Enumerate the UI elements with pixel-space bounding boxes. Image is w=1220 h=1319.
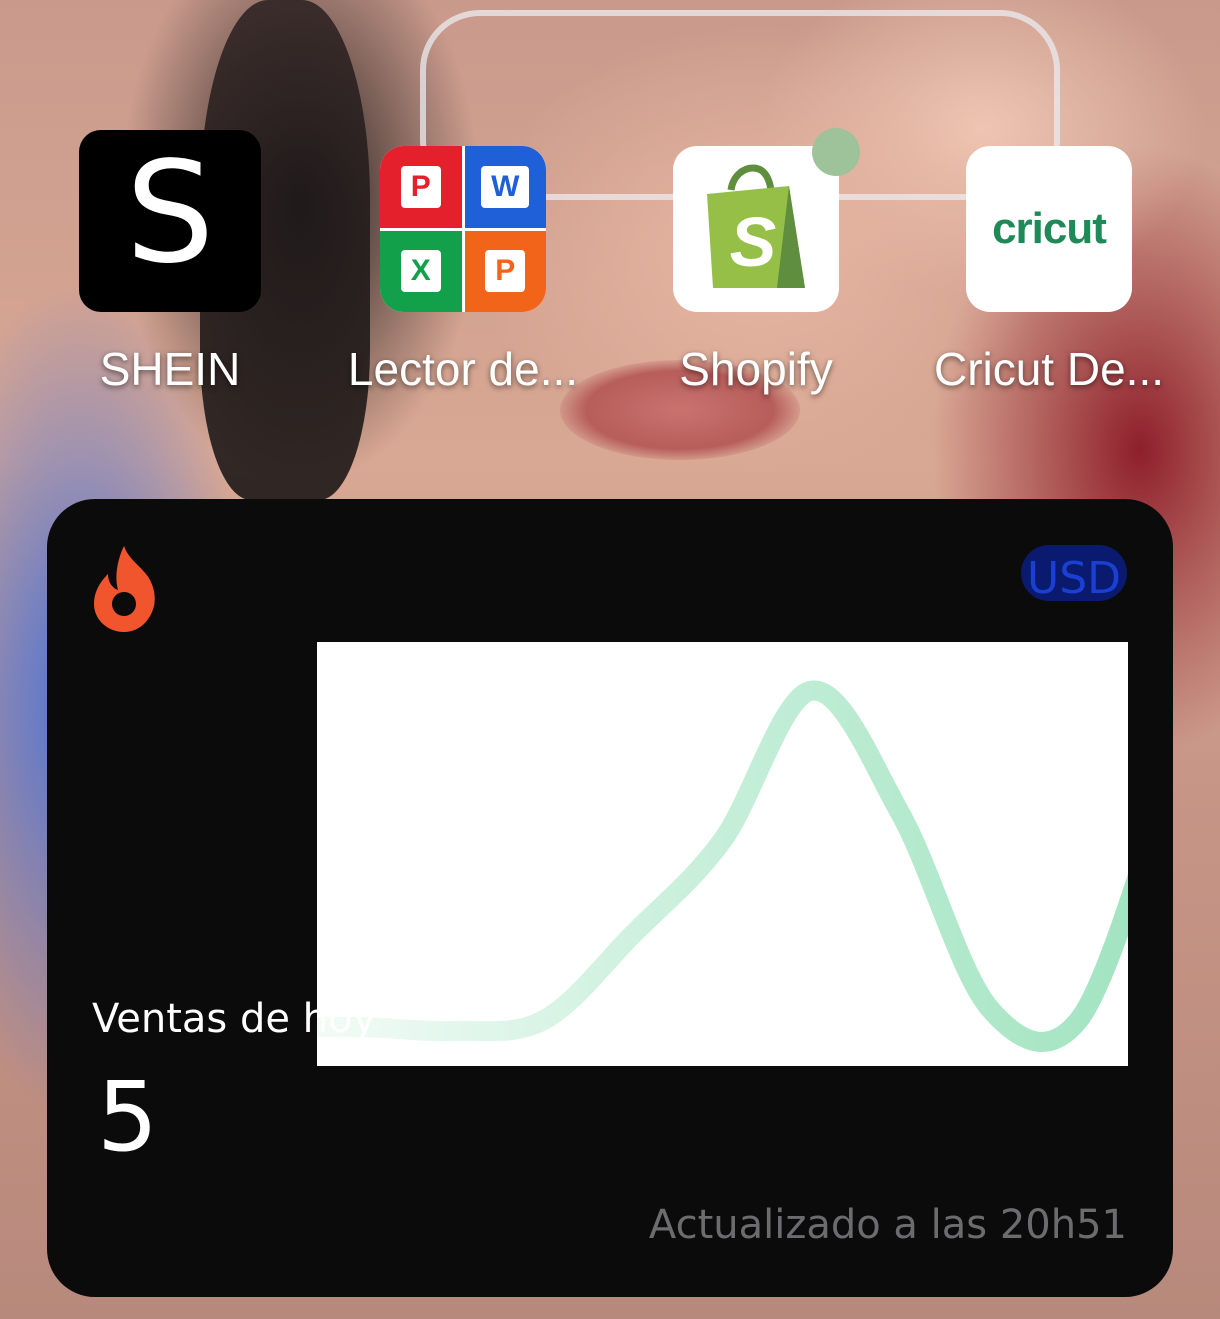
word-tile: W	[464, 146, 546, 228]
sales-line-chart	[267, 680, 1178, 1052]
sales-chart	[267, 642, 1178, 1066]
app-label-lector: Lector de...	[347, 343, 579, 395]
shopify-glyph: S	[730, 203, 777, 281]
currency-badge[interactable]: USD	[1020, 545, 1127, 604]
excel-tile: X	[380, 230, 462, 312]
powerpoint-tile: P	[464, 230, 546, 312]
pdf-tile: P	[380, 146, 462, 228]
app-label-shein: SHEIN	[99, 343, 241, 395]
app-shopify[interactable]: S Shopify	[636, 146, 876, 396]
sales-widget[interactable]: USD Ventas de hoy 5 Actualizado a las 20…	[47, 499, 1178, 1297]
cricut-wordmark: cricut	[992, 204, 1107, 253]
shein-icon: S	[79, 130, 261, 312]
shopify-icon: S	[673, 146, 839, 312]
app-cricut[interactable]: cricut Cricut De...	[929, 146, 1169, 396]
updated-timestamp: Actualizado a las 20h51	[648, 1202, 1127, 1248]
notification-dot	[812, 128, 860, 176]
app-shein[interactable]: S SHEIN	[50, 130, 290, 396]
sales-value: 5	[97, 1061, 159, 1173]
shein-glyph: S	[125, 132, 215, 295]
shopify-bag-icon: S	[707, 164, 805, 288]
app-label-cricut: Cricut De...	[933, 343, 1165, 395]
app-lector-de[interactable]: P W X P Lector de...	[343, 146, 583, 396]
app-label-shopify: Shopify	[679, 343, 833, 395]
flame-icon	[94, 546, 155, 632]
sales-label: Ventas de hoy	[92, 996, 377, 1042]
home-screen: S SHEIN P W X P Lector de... S Shopify c…	[0, 0, 1220, 1319]
sales-series-line	[267, 680, 1178, 1052]
cricut-icon: cricut	[966, 146, 1132, 312]
office-reader-icon: P W X P	[380, 146, 546, 312]
